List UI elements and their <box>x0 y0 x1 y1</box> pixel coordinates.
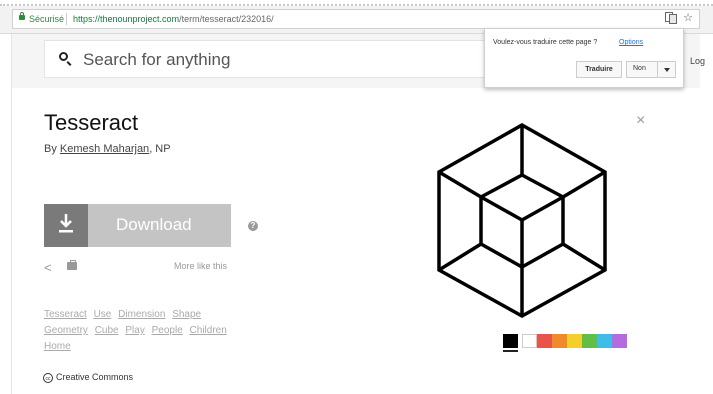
decline-translate-button[interactable]: Non <box>626 61 676 78</box>
login-link[interactable]: Log <box>690 56 705 66</box>
license: cc Creative Commons <box>43 372 133 383</box>
translate-question: Voulez-vous traduire cette page ? <box>493 39 598 46</box>
collection-icon[interactable] <box>67 260 77 270</box>
download-arrow-icon <box>59 214 73 233</box>
author-link[interactable]: Kemesh Maharjan <box>60 143 149 155</box>
translate-icon[interactable] <box>665 12 677 24</box>
search-icon <box>59 52 68 61</box>
url-path: /term/tesseract/232016/ <box>179 14 274 24</box>
translate-popup: Voulez-vous traduire cette page ? Option… <box>484 28 684 88</box>
download-button[interactable]: Download <box>44 204 231 247</box>
translate-options-link[interactable]: Options <box>619 39 643 46</box>
bookmark-star-icon[interactable]: ☆ <box>683 11 693 24</box>
secure-label: Sécurisé <box>29 14 65 24</box>
color-swatch-green[interactable] <box>582 334 597 348</box>
translate-button[interactable]: Traduire <box>576 61 622 78</box>
tag-link[interactable]: Children <box>190 325 227 336</box>
url-host: https://thenounproject.com <box>73 14 180 24</box>
color-swatch-orange[interactable] <box>552 334 567 348</box>
creative-commons-icon: cc <box>43 372 53 383</box>
address-separator <box>66 13 67 25</box>
decline-label: Non <box>633 65 646 72</box>
url-text[interactable]: https://thenounproject.com/term/tesserac… <box>73 14 274 24</box>
download-icon-box <box>44 204 88 247</box>
icon-title: Tesseract <box>44 110 139 135</box>
license-label: Creative Commons <box>56 372 134 382</box>
share-icon[interactable]: < <box>44 260 52 275</box>
tag-link[interactable]: Play <box>125 325 144 336</box>
help-icon[interactable]: ? <box>248 221 258 231</box>
more-like-this-link[interactable]: More like this <box>174 261 227 271</box>
search-input[interactable]: Search for anything <box>83 50 230 70</box>
search-bar[interactable]: Search for anything <box>44 40 504 78</box>
tag-link[interactable]: Geometry <box>44 325 88 336</box>
tag-link[interactable]: Home <box>44 341 71 352</box>
author-suffix: , NP <box>149 143 171 155</box>
page-content: Search for anything Log Tesseract By Kem… <box>12 34 705 394</box>
color-swatch-yellow[interactable] <box>567 334 582 348</box>
tag-link[interactable]: Shape <box>172 309 201 320</box>
tag-link[interactable]: Use <box>94 309 112 320</box>
address-bar[interactable]: Sécurisé https://thenounproject.com/term… <box>12 9 700 29</box>
tesseract-icon <box>437 122 607 318</box>
selected-swatch-indicator <box>503 350 518 352</box>
byline: By Kemesh Maharjan, NP <box>44 143 171 155</box>
lock-icon <box>19 12 25 20</box>
tag-link[interactable]: Dimension <box>118 309 165 320</box>
tag-list: Tesseract Use Dimension Shape Geometry C… <box>44 307 234 355</box>
chevron-down-icon[interactable] <box>657 62 677 77</box>
color-swatch-red[interactable] <box>537 334 552 348</box>
color-swatch-purple[interactable] <box>612 334 627 348</box>
by-prefix: By <box>44 143 60 155</box>
color-swatch-black[interactable] <box>503 334 518 348</box>
tag-link[interactable]: People <box>152 325 183 336</box>
color-swatch-white[interactable] <box>522 334 537 348</box>
tag-link[interactable]: Tesseract <box>44 309 87 320</box>
color-swatch-blue[interactable] <box>597 334 612 348</box>
close-icon[interactable]: × <box>636 112 645 130</box>
download-label: Download <box>116 215 192 234</box>
tag-link[interactable]: Cube <box>95 325 119 336</box>
